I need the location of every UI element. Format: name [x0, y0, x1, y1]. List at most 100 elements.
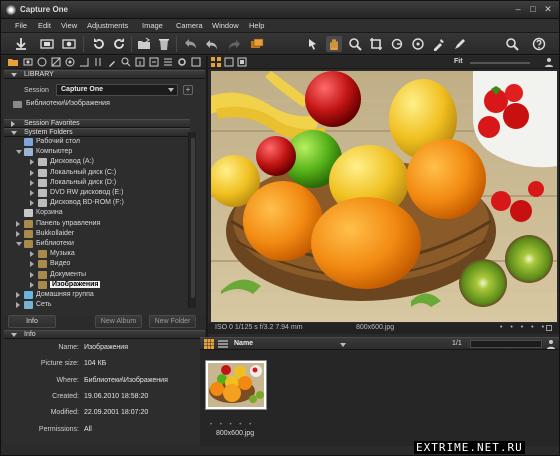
tree-item[interactable]: Изображения	[4, 280, 190, 290]
session-select[interactable]: Capture One	[56, 84, 178, 96]
menu-view[interactable]: View	[61, 21, 77, 30]
minimize-icon[interactable]: –	[511, 4, 525, 16]
single-view-icon[interactable]	[224, 57, 234, 67]
rotate-right-icon[interactable]	[111, 36, 127, 52]
menu-image[interactable]: Image	[142, 21, 163, 30]
tree-item[interactable]: Bukkollaider	[4, 229, 190, 239]
browser-search-field[interactable]	[470, 340, 542, 348]
undo-all-icon[interactable]	[182, 36, 198, 52]
folder-tree-scrollbar[interactable]	[188, 132, 196, 308]
chevron-right-icon[interactable]	[30, 179, 34, 186]
new-album-button[interactable]: New Album	[95, 315, 142, 328]
local-adjust-tab-icon[interactable]	[107, 57, 117, 67]
color-tab-icon[interactable]	[37, 57, 47, 67]
copy-adjustments-icon[interactable]	[249, 36, 265, 52]
camera-icon[interactable]	[61, 36, 77, 52]
menu-help[interactable]: Help	[249, 21, 264, 30]
chevron-right-icon[interactable]	[30, 159, 34, 166]
rotate-left-icon[interactable]	[91, 36, 107, 52]
keystone-tool-icon[interactable]	[410, 36, 426, 52]
batch-tab-icon[interactable]	[163, 57, 173, 67]
system-folders-header[interactable]: System Folders	[4, 128, 190, 137]
thumbnail-view-icon[interactable]	[204, 339, 214, 349]
search-icon[interactable]	[504, 36, 520, 52]
pan-tool-icon[interactable]	[326, 36, 342, 52]
lens-tab-icon[interactable]	[65, 57, 75, 67]
chevron-right-icon[interactable]	[30, 169, 34, 176]
settings-tab-icon[interactable]	[177, 57, 187, 67]
chevron-right-icon[interactable]	[30, 251, 34, 258]
zoom-fit-label[interactable]: Fit	[454, 58, 463, 65]
chevron-right-icon[interactable]	[30, 271, 34, 278]
crop-tool-icon[interactable]	[368, 36, 384, 52]
delete-icon[interactable]	[156, 36, 172, 52]
annotate-tool-icon[interactable]	[452, 36, 468, 52]
capture-tab-icon[interactable]	[23, 57, 33, 67]
import-icon[interactable]	[13, 36, 29, 52]
tree-item[interactable]: Локальный диск (C:)	[4, 168, 190, 178]
chevron-down-icon[interactable]	[16, 242, 22, 246]
menu-window[interactable]: Window	[212, 21, 239, 30]
chevron-down-icon[interactable]	[16, 150, 22, 155]
details-tab-icon[interactable]	[93, 57, 103, 67]
redo-icon[interactable]	[226, 36, 242, 52]
tree-item[interactable]: Дисковод (A:)	[4, 158, 190, 167]
metadata-tab-icon[interactable]	[135, 57, 145, 67]
chevron-right-icon[interactable]	[30, 261, 34, 268]
info-button[interactable]: Info	[8, 315, 56, 328]
tree-item[interactable]: Рабочий стол	[4, 138, 190, 147]
list-view-icon[interactable]	[218, 339, 228, 349]
rating-dots[interactable]: • • • • •	[500, 324, 547, 331]
undo-icon[interactable]	[204, 36, 220, 52]
close-icon[interactable]: ✕	[541, 4, 555, 16]
exposure-tab-icon[interactable]	[51, 57, 61, 67]
select-tool-icon[interactable]	[305, 36, 321, 52]
scrollbar-thumb[interactable]	[191, 138, 195, 298]
viewer-options-icon[interactable]	[544, 57, 554, 67]
chevron-right-icon[interactable]	[16, 302, 20, 309]
adjustments-tab-icon[interactable]	[121, 57, 131, 67]
color-tag-icon[interactable]	[546, 325, 552, 331]
menu-edit[interactable]: Edit	[38, 21, 51, 30]
composition-tab-icon[interactable]	[79, 57, 89, 67]
chevron-right-icon[interactable]	[16, 292, 20, 298]
library-tab-icon[interactable]	[8, 57, 18, 67]
tree-item[interactable]: DVD RW дисковод (E:)	[4, 189, 190, 198]
tree-item[interactable]: Видео	[4, 260, 190, 269]
capture-icon[interactable]	[39, 36, 55, 52]
tree-item[interactable]: Дисковод BD-ROM (F:)	[4, 199, 190, 208]
browser-options-icon[interactable]	[546, 339, 556, 349]
fullscreen-view-icon[interactable]	[237, 57, 247, 67]
tree-item[interactable]: Локальный диск (D:)	[4, 178, 190, 188]
info-header[interactable]: Info	[4, 330, 205, 339]
session-favorites-header[interactable]: Session Favorites	[4, 119, 190, 128]
menu-camera[interactable]: Camera	[176, 21, 203, 30]
tree-item[interactable]: Компьютер	[4, 148, 190, 157]
chevron-right-icon[interactable]	[30, 190, 34, 196]
tree-item[interactable]: Музыка	[4, 250, 190, 259]
tree-item[interactable]: Библиотеки	[4, 240, 190, 249]
new-folder-button[interactable]: New Folder	[149, 315, 196, 328]
grid-view-icon[interactable]	[211, 57, 221, 67]
thumbnail[interactable]	[205, 360, 267, 410]
sort-chevron-icon[interactable]	[340, 343, 346, 347]
image-viewer[interactable]	[211, 71, 557, 322]
quick-tab-icon[interactable]	[191, 57, 201, 67]
tree-item[interactable]: Документы	[4, 270, 190, 280]
chevron-right-icon[interactable]	[16, 220, 20, 227]
chevron-right-icon[interactable]	[30, 200, 34, 207]
straighten-tool-icon[interactable]	[389, 36, 405, 52]
zoom-slider[interactable]	[470, 62, 530, 64]
menu-adjustments[interactable]: Adjustments	[87, 21, 128, 30]
library-header[interactable]: LIBRARY	[4, 70, 205, 79]
tree-item[interactable]: Корзина	[4, 209, 190, 218]
add-session-icon[interactable]: +	[183, 85, 193, 95]
picker-tool-icon[interactable]	[431, 36, 447, 52]
menu-file[interactable]: File	[15, 21, 27, 30]
chevron-right-icon[interactable]	[16, 230, 20, 237]
help-icon[interactable]	[531, 36, 547, 52]
chevron-right-icon[interactable]	[30, 281, 34, 288]
output-tab-icon[interactable]	[149, 57, 159, 67]
tree-item[interactable]: Панель управления	[4, 219, 190, 229]
maximize-icon[interactable]: □	[526, 4, 540, 16]
